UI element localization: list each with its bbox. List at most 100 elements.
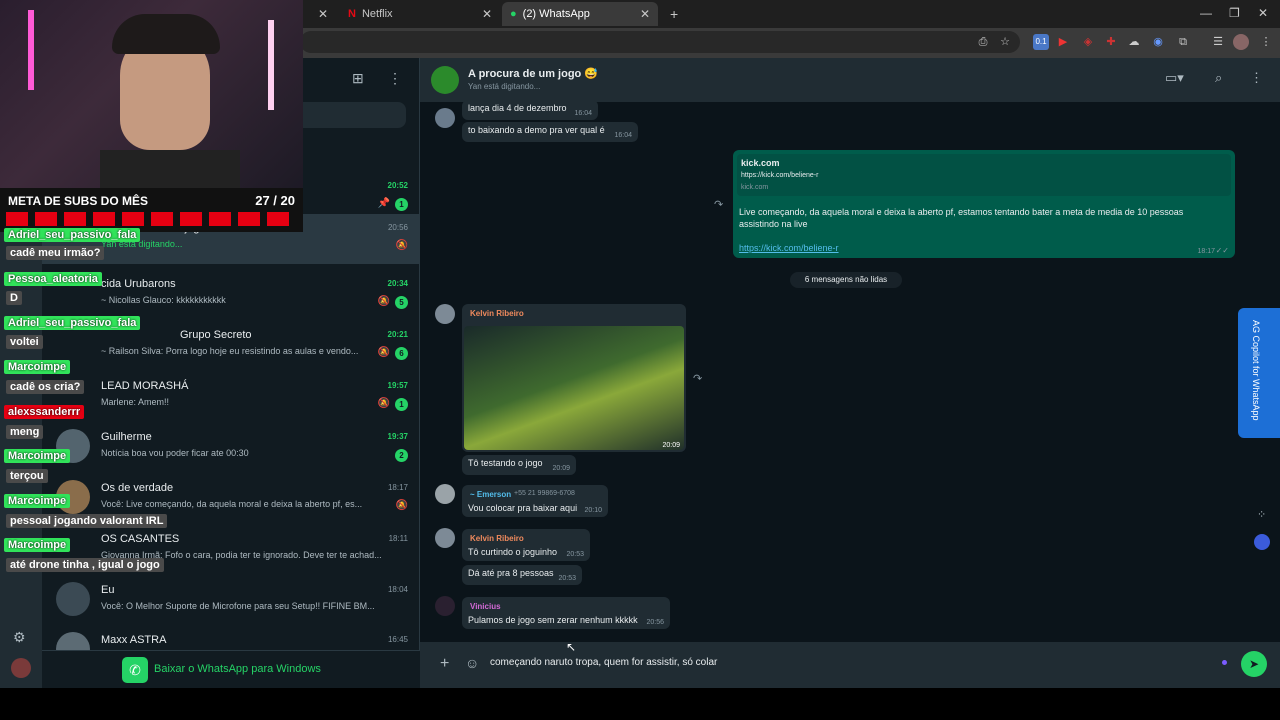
read-status-icon: ✓✓ [1215,246,1229,255]
tab-title: (2) WhatsApp [522,8,590,20]
reading-list-icon[interactable]: ☰ [1210,34,1226,50]
profile-avatar[interactable] [1233,34,1249,50]
new-tab-button[interactable]: + [662,2,682,26]
whatsapp-icon: ● [510,8,517,20]
muted-icon: 🔕 [395,240,408,251]
extensions-puzzle-icon[interactable]: ⧉ [1175,34,1191,50]
link-description: https://kick.com/beliene-r [741,172,819,179]
close-window-icon[interactable]: ✕ [1258,6,1268,20]
message-time: 20:10 [584,507,602,514]
send-button[interactable]: ➤ [1241,651,1267,677]
chat-time: 20:56 [387,223,408,232]
message-bubble[interactable]: Tô testando o jogo 20:09 [462,455,576,475]
extension-icon[interactable]: ✚ [1103,34,1119,50]
muted-icon: 🔕 [377,347,390,358]
chat-preview: Notícia boa vou poder ficar ate 00:30 [101,448,249,458]
neon-light [268,20,274,110]
ag-copilot-panel[interactable]: AG Copilot for WhatsApp [1238,308,1280,438]
menu-icon[interactable]: ⋮ [1250,70,1263,86]
progress-segment [209,212,231,226]
extension-icon[interactable]: ◈ [1080,34,1096,50]
emoji-icon[interactable]: ☺ [465,655,479,671]
tab-whatsapp[interactable]: ● (2) WhatsApp ✕ [502,2,658,26]
chat-message: voltei [6,335,43,349]
netflix-icon: N [348,8,356,20]
whatsapp-icon: ✆ [122,657,148,683]
link-preview[interactable]: kick.com https://kick.com/beliene-r kick… [737,154,1231,196]
pin-icon: 📌 [377,198,390,209]
bookmark-star-icon[interactable]: ☆ [997,34,1013,50]
youtube-extension-icon[interactable]: ▶ [1055,34,1071,50]
extension-label: AG Copilot for WhatsApp [1251,320,1261,421]
sender-name: Vinicius [470,602,501,611]
message-time: 20:09 [662,442,680,449]
extension-icon[interactable]: 0.1 [1033,34,1049,50]
forward-icon[interactable]: ↷ [714,198,723,211]
menu-icon[interactable]: ⋮ [388,70,402,87]
chat-username: alexssanderrr [4,405,85,419]
message-bubble[interactable]: Dá até pra 8 pessoas 20:53 [462,565,582,585]
attach-icon[interactable]: + [440,655,449,673]
chat-name: OS CASANTES [101,533,180,545]
download-link[interactable]: Baixar o WhatsApp para Windows [154,663,321,675]
progress-segment [238,212,260,226]
new-chat-icon[interactable]: ⊞ [352,70,364,87]
extension-icon[interactable]: ☁ [1126,34,1142,50]
forward-icon[interactable]: ↷ [693,372,702,385]
message-bubble[interactable]: ~ Emerson +55 21 99869-6708 Vou colocar … [462,485,608,517]
search-icon[interactable]: ⌕ [1215,70,1222,86]
extension-icon[interactable]: ◉ [1150,34,1166,50]
muted-icon: 🔕 [377,398,390,409]
message-bubble-outgoing[interactable]: kick.com https://kick.com/beliene-r kick… [733,150,1235,258]
message-image[interactable] [464,326,684,450]
install-icon[interactable]: ⎙ [975,34,991,50]
profile-avatar[interactable] [11,658,31,678]
settings-icon[interactable]: ⚙ [13,629,26,646]
chat-time: 19:37 [387,432,408,441]
chat-title[interactable]: A procura de um jogo 😅 [468,67,598,80]
message-bubble[interactable]: Vinicius Pulamos de jogo sem zerar nenhu… [462,597,670,629]
chat-time: 18:04 [387,585,408,594]
message-input[interactable]: começando naruto tropa, quem for assisti… [490,657,717,668]
close-tab-icon[interactable]: ✕ [482,7,492,21]
muted-icon: 🔕 [377,296,390,307]
close-tab-icon[interactable]: ✕ [640,7,650,21]
progress-segment [180,212,202,226]
discord-icon[interactable] [1254,534,1270,550]
chat-item[interactable]: Eu Você: O Melhor Suporte de Microfone p… [42,576,420,626]
browser-menu-icon[interactable]: ⋮ [1258,34,1274,50]
chat-name: Eu [101,584,115,596]
link-title: kick.com [741,158,780,168]
download-banner[interactable]: ✆ Baixar o WhatsApp para Windows [42,650,420,688]
address-bar[interactable] [300,31,1020,53]
chat-username: Marcoimpe [4,538,71,552]
message-link[interactable]: https://kick.com/beliene-r [739,243,839,253]
message-bubble[interactable]: Kelvin Ribeiro Tô curtindo o joguinho 20… [462,529,590,561]
chat-time: 18:17 [387,483,408,492]
chat-item[interactable]: Guilherme Notícia boa vou poder ficar at… [42,423,420,473]
minimize-icon[interactable]: — [1200,6,1212,20]
chat-time: 19:57 [387,381,408,390]
message-text: Tô curtindo o joguinho [468,547,558,557]
message-bubble[interactable]: lança dia 4 de dezembro 16:04 [462,100,598,120]
chat-message: terçou [6,469,48,483]
avatar [435,108,455,128]
message-bubble[interactable]: to baixando a demo pra ver qual é 16:04 [462,122,638,142]
chat-username: Pessoa_aleatoria [4,272,102,286]
progress-segment [93,212,115,226]
chat-time: 16:45 [387,635,408,644]
maximize-icon[interactable]: ❐ [1229,6,1240,20]
group-avatar[interactable] [431,66,459,94]
close-tab-icon[interactable]: ✕ [318,7,328,21]
message-time: 16:04 [614,132,632,139]
video-call-icon[interactable]: ▭▾ [1165,70,1184,86]
chat-preview: Você: O Melhor Suporte de Microfone para… [101,601,375,611]
chat-item[interactable]: LEAD MORASHÁ Marlene: Amem!! 19:57 🔕 1 [42,372,420,422]
tab-previous[interactable]: ✕ [306,2,336,26]
chat-preview: Yan está digitando... [101,239,183,249]
streamer-hair [112,14,220,54]
image-message[interactable]: Kelvin Ribeiro 20:09 [462,304,686,452]
tab-netflix[interactable]: N Netflix ✕ [340,2,500,26]
message-composer: + ☺ começando naruto tropa, quem for ass… [420,642,1280,688]
apps-icon[interactable]: ⁘ [1257,508,1266,521]
